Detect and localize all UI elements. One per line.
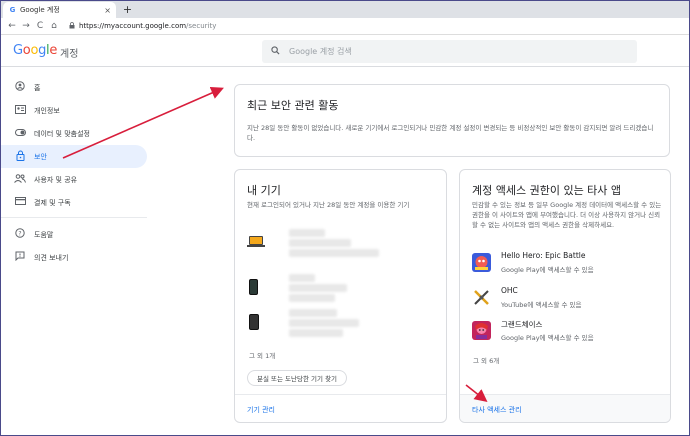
sidebar-item-help[interactable]: ? 도움말: [1, 223, 151, 246]
card-title: 계정 액세스 권한이 있는 타사 앱: [472, 184, 622, 197]
card-title: 최근 보안 관련 활동: [247, 99, 339, 112]
sidebar-item-personal-info[interactable]: 개인정보: [1, 99, 151, 122]
sidebar-item-label: 도움말: [34, 230, 54, 239]
id-card-icon: [14, 104, 26, 117]
sidebar-item-security[interactable]: 보안: [1, 145, 147, 168]
device-item-phone[interactable]: [249, 273, 439, 303]
card-title: 내 기기: [247, 184, 281, 197]
card-description: 현재 로그인되어 있거나 지난 28일 동안 계정을 이용한 기기: [247, 201, 410, 209]
sidebar-item-payments[interactable]: 결제 및 구독: [1, 191, 151, 214]
search-placeholder: Google 계정 검색: [289, 47, 352, 56]
credit-card-icon: [14, 197, 26, 208]
header-subtitle: 계정: [60, 49, 79, 60]
forward-icon[interactable]: →: [19, 21, 33, 31]
devices-card: 내 기기 현재 로그인되어 있거나 지난 28일 동안 계정을 이용한 기기 그…: [234, 169, 447, 423]
app-access: Google Play에 액세스할 수 있음: [501, 266, 594, 274]
sidebar-item-feedback[interactable]: 의견 보내기: [1, 246, 151, 269]
third-party-app-row[interactable]: Hello Hero: Epic Battle Google Play에 액세스…: [472, 250, 662, 278]
back-icon[interactable]: ←: [5, 21, 19, 31]
app-name: Hello Hero: Epic Battle: [501, 251, 586, 260]
sidebar-item-label: 개인정보: [34, 106, 60, 115]
device-item-laptop[interactable]: [247, 228, 439, 258]
sidebar-item-home[interactable]: 홈: [1, 76, 151, 99]
lock-icon: [14, 150, 26, 164]
third-party-apps-card: 계정 액세스 권한이 있는 타사 앱 민감할 수 있는 정보 등 일부 Goog…: [459, 169, 671, 423]
more-apps-count: 그 외 6개: [473, 357, 500, 365]
close-icon[interactable]: ×: [104, 6, 111, 15]
people-icon: [14, 173, 26, 186]
grand-chase-app-icon: [472, 321, 491, 340]
recent-security-card: 최근 보안 관련 활동 지난 28일 동안 활동이 없었습니다. 새로운 기기에…: [234, 84, 670, 157]
help-icon: ?: [14, 228, 26, 241]
search-icon: [271, 45, 280, 58]
app-name: 그랜드체이스: [501, 320, 543, 329]
app-header: Google 계정 Google 계정 검색: [1, 35, 689, 67]
app-name: OHC: [501, 286, 518, 295]
sidebar-item-label: 의견 보내기: [34, 253, 69, 262]
app-access: Google Play에 액세스할 수 있음: [501, 334, 594, 342]
browser-toolbar: ← → C ⌂ https://myaccount.google.com/sec…: [1, 18, 689, 35]
url-path: /security: [186, 22, 217, 30]
svg-text:?: ?: [18, 230, 21, 237]
sidebar-item-data-personalization[interactable]: 데이터 및 맞춤설정: [1, 122, 151, 145]
lock-icon: [69, 21, 75, 31]
card-description: 민감할 수 있는 정보 등 일부 Google 계정 데이터에 액세스할 수 있…: [472, 201, 662, 229]
sidebar-item-people-sharing[interactable]: 사용자 및 공유: [1, 168, 151, 191]
sidebar-item-label: 사용자 및 공유: [34, 175, 78, 184]
find-lost-device-button[interactable]: 분실 또는 도난당한 기기 찾기: [247, 370, 348, 386]
card-footer: 기기 관리: [235, 394, 446, 422]
sidebar-item-label: 결제 및 구독: [34, 198, 71, 207]
third-party-app-row[interactable]: 그랜드체이스 Google Play에 액세스할 수 있음: [472, 318, 662, 346]
more-devices-count: 그 외 1개: [249, 352, 276, 360]
google-favicon-icon: G: [9, 6, 16, 14]
phone-icon: [249, 279, 258, 295]
search-input[interactable]: Google 계정 검색: [262, 40, 637, 63]
tab-bar: G Google 계정 × +: [1, 1, 689, 18]
feedback-icon: [14, 251, 26, 264]
url-host: https://myaccount.google.com: [79, 22, 187, 30]
sidebar-item-label: 보안: [34, 152, 47, 161]
home-icon[interactable]: ⌂: [47, 21, 61, 31]
tab-title: Google 계정: [20, 6, 60, 14]
sidebar-item-label: 홈: [34, 83, 41, 92]
address-bar[interactable]: https://myaccount.google.com/security: [69, 20, 216, 33]
reload-icon[interactable]: C: [33, 21, 47, 31]
app-access: YouTube에 액세스할 수 있음: [501, 301, 582, 309]
third-party-app-row[interactable]: OHC YouTube에 액세스할 수 있음: [472, 285, 662, 313]
device-item-tablet[interactable]: [249, 308, 439, 338]
card-description: 지난 28일 동안 활동이 없었습니다. 새로운 기기에서 로그인되거나 민감한…: [247, 124, 654, 142]
tablet-icon: [249, 314, 259, 330]
window-frame: G Google 계정 × + ← → C ⌂ https://myaccoun…: [0, 0, 690, 436]
sidebar: 홈 개인정보 데이터 및 맞춤설정 보안 사용자 및 공유 결제 및 구독 ? …: [1, 76, 151, 269]
new-tab-button[interactable]: +: [121, 3, 134, 16]
laptop-icon: [247, 236, 265, 247]
toggle-icon: [14, 128, 26, 139]
home-icon: [14, 81, 26, 94]
google-logo[interactable]: Google: [13, 43, 57, 58]
sidebar-divider: [1, 217, 147, 218]
manage-devices-link[interactable]: 기기 관리: [247, 405, 275, 415]
manage-third-party-access-link[interactable]: 타사 액세스 관리: [472, 405, 522, 415]
card-footer: 타사 액세스 관리: [460, 394, 670, 422]
ohc-app-icon: [472, 288, 491, 307]
browser-tab[interactable]: G Google 계정 ×: [3, 2, 116, 18]
hello-hero-app-icon: [472, 253, 491, 272]
sidebar-item-label: 데이터 및 맞춤설정: [34, 129, 90, 138]
